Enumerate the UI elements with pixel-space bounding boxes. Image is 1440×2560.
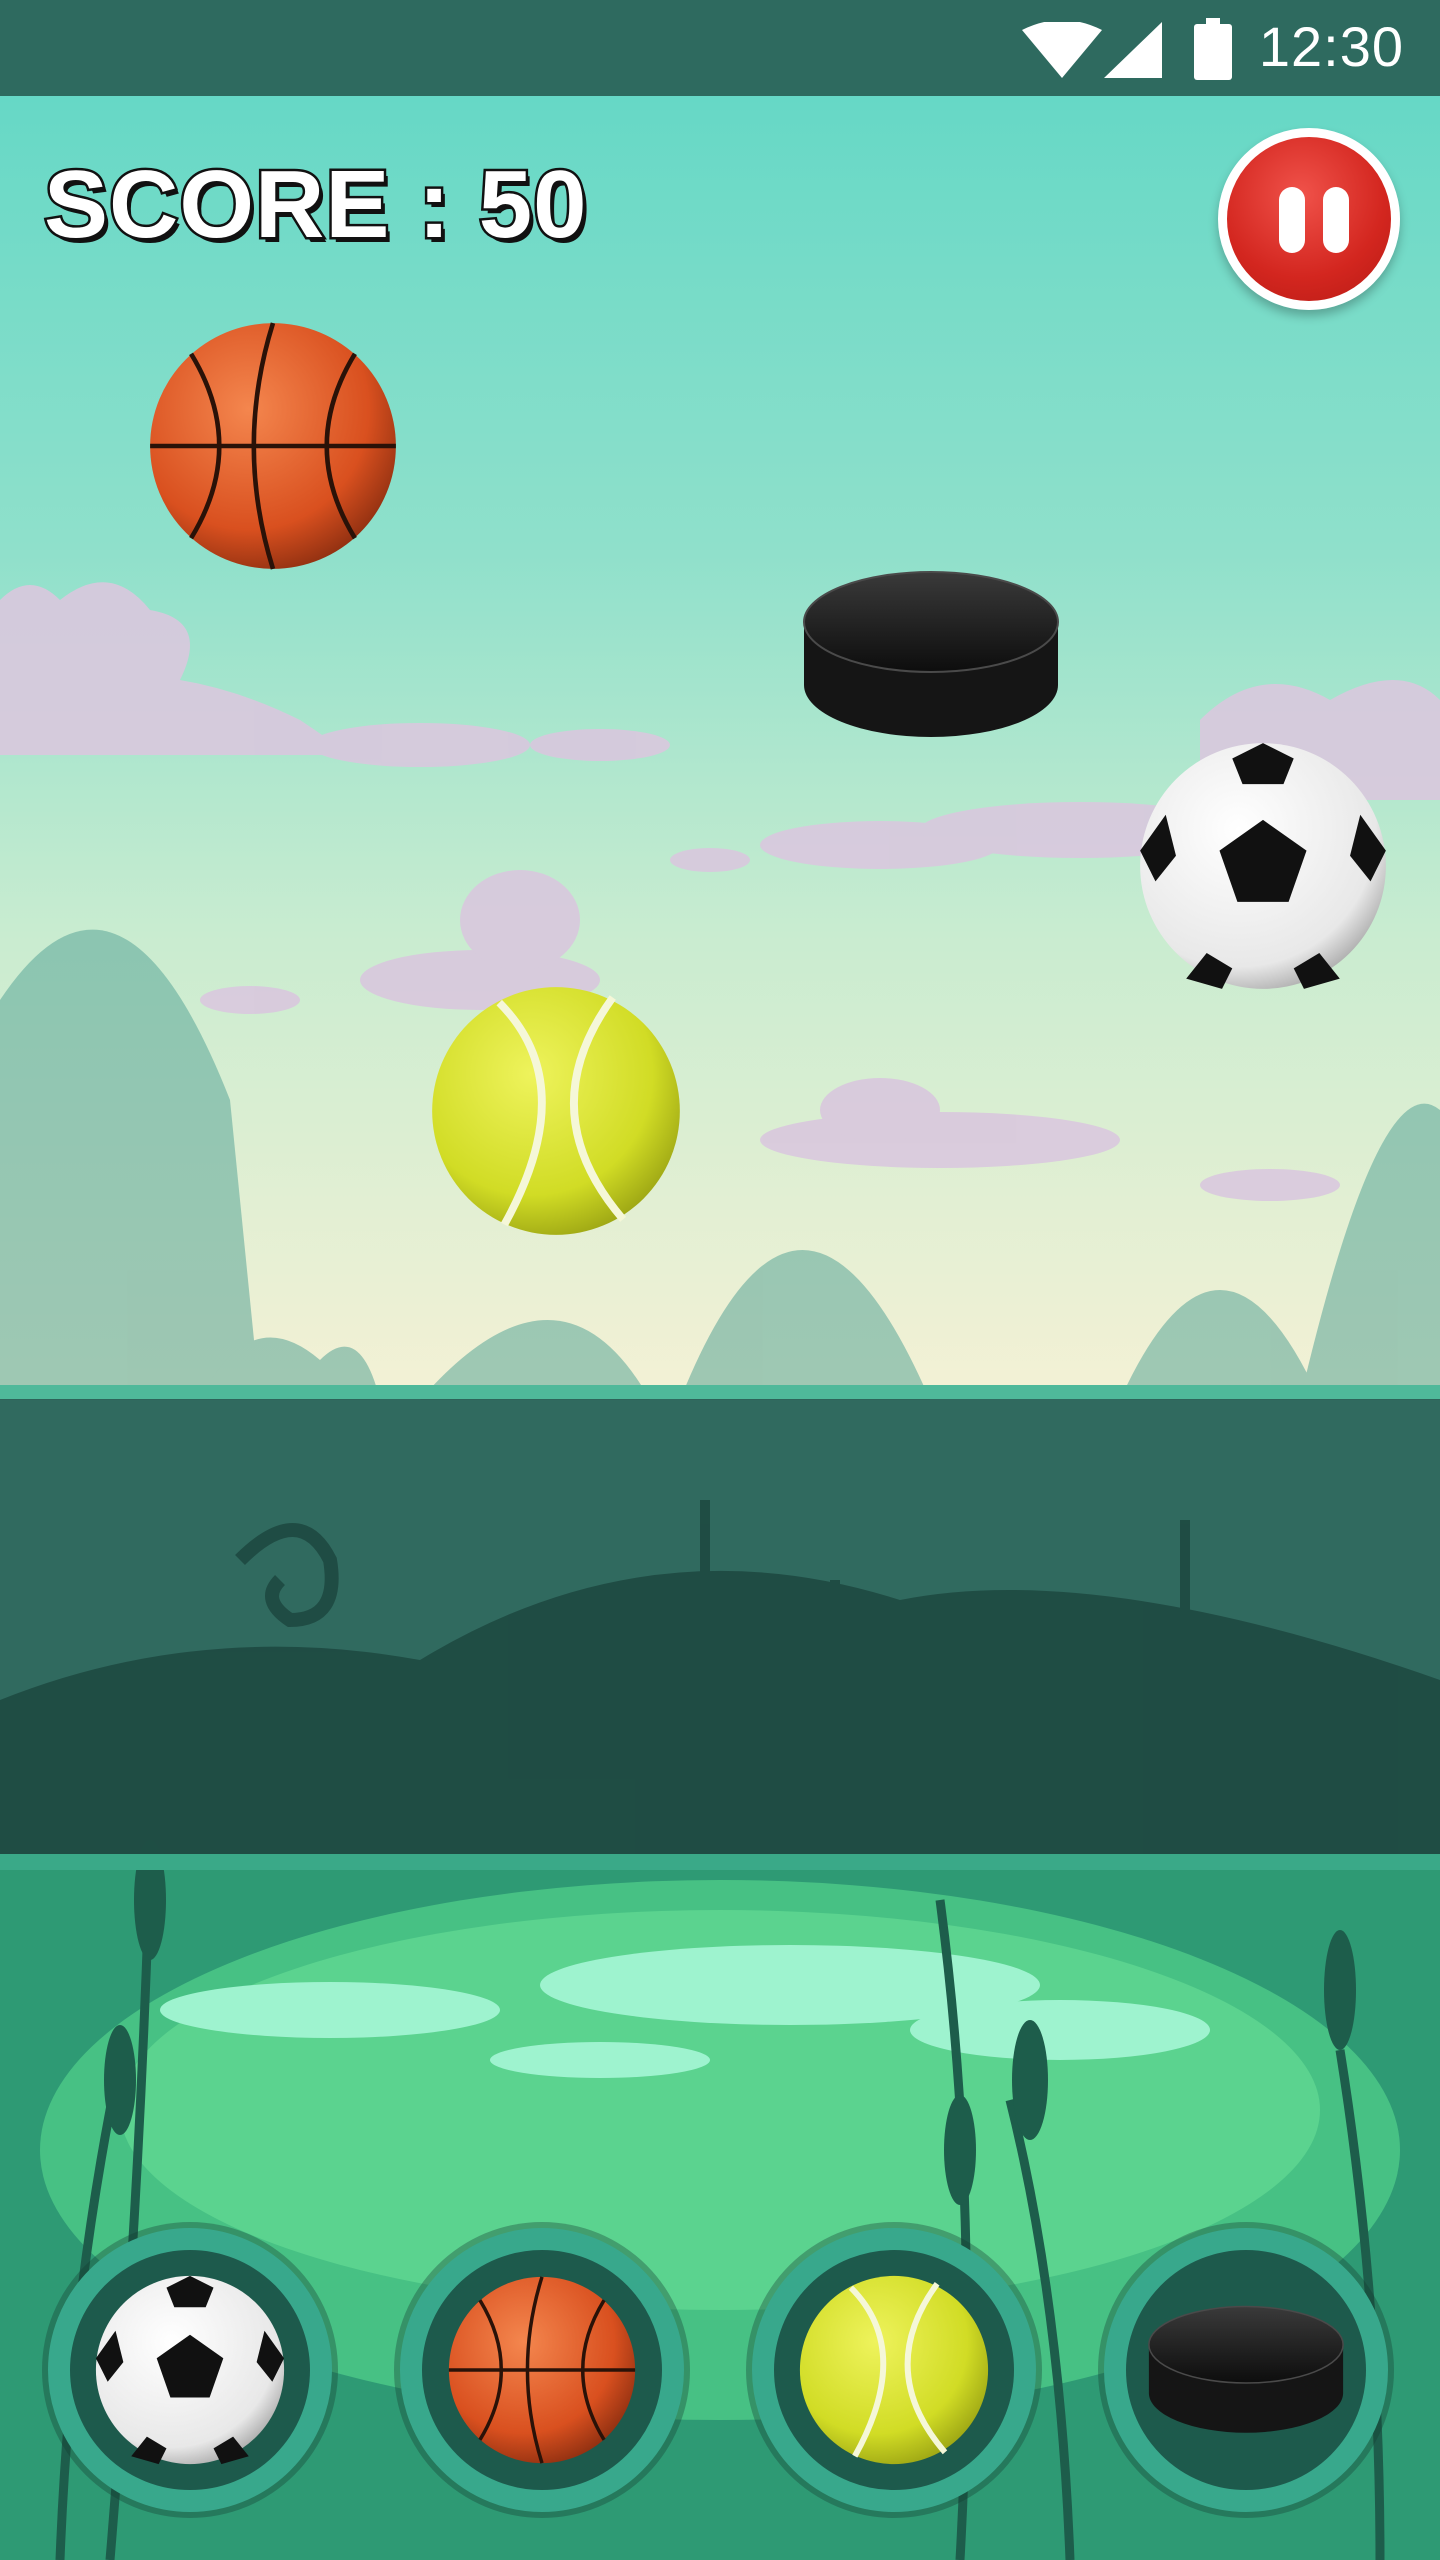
- selector-soccer-ball[interactable]: [48, 2228, 332, 2512]
- status-time: 12:30: [1258, 15, 1404, 78]
- falling-soccer-ball[interactable]: [1135, 738, 1391, 994]
- catch-zone-band: [0, 1385, 1440, 1870]
- score-label: SCORE : 50: [41, 149, 588, 261]
- hockey-puck-icon: [1148, 2305, 1344, 2433]
- cell-signal-icon: [1104, 22, 1162, 78]
- falling-basketball[interactable]: [145, 318, 401, 574]
- wifi-icon: [1022, 22, 1102, 78]
- pause-button[interactable]: [1218, 128, 1400, 310]
- falling-hockey-puck[interactable]: [802, 570, 1060, 740]
- game-screen: 12:30 SCORE: 50: [0, 0, 1440, 2560]
- soccer-ball-icon: [95, 2275, 285, 2465]
- basketball-icon: [448, 2276, 636, 2464]
- selector-tennis-ball[interactable]: [752, 2228, 1036, 2512]
- tennis-ball-icon: [799, 2275, 989, 2465]
- status-bar: 12:30: [0, 0, 1440, 96]
- selector-hockey-puck[interactable]: [1104, 2228, 1388, 2512]
- falling-tennis-ball[interactable]: [427, 982, 685, 1240]
- selector-basketball[interactable]: [400, 2228, 684, 2512]
- battery-icon: [1194, 18, 1232, 80]
